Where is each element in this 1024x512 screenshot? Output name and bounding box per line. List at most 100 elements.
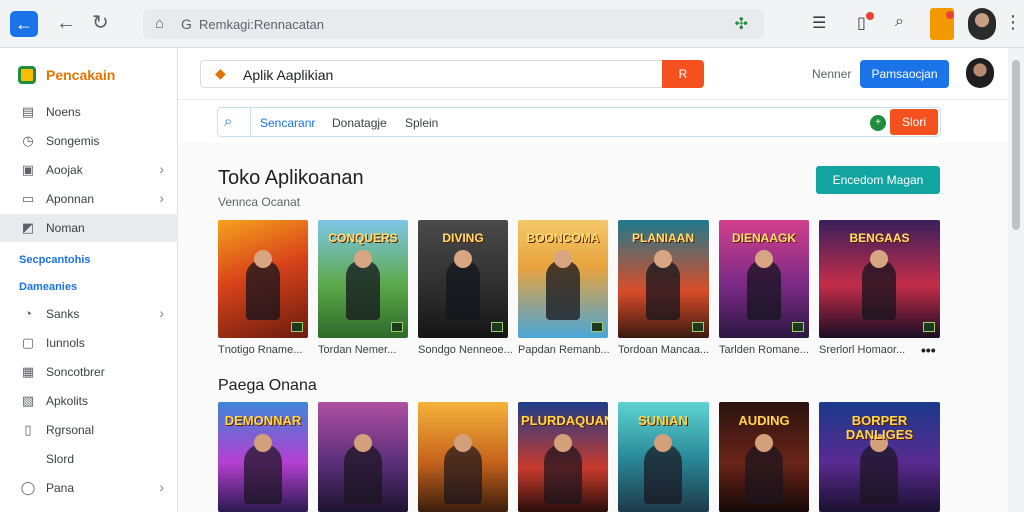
app-card[interactable]: CONQUERS <box>318 220 408 338</box>
bookmark-icon[interactable]: ▯ <box>857 13 866 33</box>
chevron-right-icon[interactable]: › <box>159 305 164 321</box>
search-icon[interactable]: ⌕ <box>224 113 232 130</box>
app-card-caption[interactable]: Tarlden Romane... <box>719 344 809 356</box>
sidebar-heading-2[interactable]: Dameanies <box>19 281 77 293</box>
sidebar-item-label: Aoojak <box>46 163 83 177</box>
app-card-caption[interactable]: Tordoan Mancaa... <box>618 344 709 356</box>
back-app-icon[interactable]: ← <box>10 11 38 37</box>
document-icon: ▭ <box>21 191 35 206</box>
app-card[interactable]: BOONCOMA <box>518 220 608 338</box>
rating-badge <box>692 322 704 332</box>
section-subtitle: Vennca Ocanat <box>218 195 301 209</box>
character-head <box>354 434 372 452</box>
filter-bar[interactable]: ⌕ Sencaranr Donatagje Splein + Slori <box>217 107 941 137</box>
app-card[interactable]: DIENAAGK <box>719 220 809 338</box>
app-card[interactable] <box>318 402 408 512</box>
app-card[interactable]: PLURDAQUAN <box>518 402 608 512</box>
app-card[interactable]: BORPER DANLIGES <box>819 402 940 512</box>
character-art <box>745 444 783 504</box>
back-arrow-icon[interactable]: ← <box>56 12 76 34</box>
sidebar-item[interactable]: ▧ Apkolits <box>0 387 178 415</box>
list-icon[interactable]: ☰ <box>812 13 826 33</box>
reload-icon[interactable]: ↻ <box>92 12 109 34</box>
character-art <box>544 444 582 504</box>
address-text[interactable]: Remkagi:Rennacatan <box>199 17 324 32</box>
app-card[interactable] <box>218 220 308 338</box>
app-card-caption[interactable]: Papdan Remanb... <box>518 344 610 356</box>
tag-icon: ◩ <box>21 220 35 235</box>
app-card-caption[interactable]: Srerlorl Homaor... <box>819 344 905 356</box>
more-menu-icon[interactable]: ⋮ <box>1004 12 1022 33</box>
address-bar[interactable]: ⌂ G Remkagi:Rennacatan ✣ <box>143 9 764 39</box>
header-link[interactable]: Nenner <box>812 67 851 81</box>
app-card-caption[interactable]: Tnotigo Rname... <box>218 344 302 356</box>
card-art-title: BOONCOMA <box>526 231 600 245</box>
app-search[interactable]: ◆ Aplik Aaplikian R <box>200 60 704 88</box>
character-head <box>554 250 572 268</box>
app-search-value[interactable]: Aplik Aaplikian <box>243 67 333 83</box>
chevron-right-icon[interactable]: › <box>159 479 164 495</box>
app-card[interactable]: BENGAAS <box>819 220 940 338</box>
sidebar-item[interactable]: ▢ Iunnols <box>0 329 178 357</box>
app-card[interactable]: AUDING <box>719 402 809 512</box>
app-card-caption[interactable]: Sondgo Nenneoe... <box>418 344 513 356</box>
character-head <box>755 250 773 268</box>
character-art <box>344 444 382 504</box>
home-icon[interactable]: ⌂ <box>155 15 164 32</box>
filter-chip-3[interactable]: Splein <box>405 116 438 130</box>
app-card[interactable]: SUNIAN <box>618 402 709 512</box>
app-card[interactable]: PLANIAAN <box>618 220 709 338</box>
sidebar-heading-1[interactable]: Secpcantohis <box>19 254 91 266</box>
add-filter-icon[interactable]: + <box>870 115 886 131</box>
sidebar-item[interactable]: ▤ Noens <box>0 98 178 126</box>
extension-icon[interactable]: ✣ <box>735 14 748 34</box>
user-avatar[interactable] <box>968 8 996 40</box>
sidebar-item[interactable]: ◯ Pana › <box>0 474 178 502</box>
character-art <box>246 260 280 320</box>
character-head <box>870 250 888 268</box>
app-card-caption[interactable]: Tordan Nemer... <box>318 344 396 356</box>
search-icon[interactable]: ⌕ <box>895 13 904 31</box>
rating-badge <box>591 322 603 332</box>
chevron-right-icon[interactable]: › <box>159 190 164 206</box>
character-head <box>254 250 272 268</box>
account-icon: ◯ <box>20 480 36 495</box>
more-icon[interactable]: ••• <box>921 342 936 358</box>
store-icon: ◆ <box>215 65 226 81</box>
app-search-button[interactable]: R <box>662 60 704 88</box>
app-card[interactable] <box>418 402 508 512</box>
sidebar-item[interactable]: ▭ Aponnan › <box>0 185 178 213</box>
filter-chip-2[interactable]: Donatagje <box>332 116 387 130</box>
google-mark: G <box>181 16 192 32</box>
box-icon: ▢ <box>21 335 35 350</box>
sidebar-item[interactable]: Slord <box>0 445 178 473</box>
character-art <box>444 444 482 504</box>
character-art <box>862 260 896 320</box>
sidebar-item[interactable]: ▣ Aoojak › <box>0 156 178 184</box>
app-card[interactable]: DEMONNAR <box>218 402 308 512</box>
sidebar-item[interactable]: ◩ Noman <box>0 214 178 242</box>
sidebar-item[interactable]: ◷ Songemis <box>0 127 178 155</box>
scrollbar[interactable] <box>1008 48 1024 512</box>
header-primary-button[interactable]: Pamsaocjan <box>860 60 949 88</box>
chevron-right-icon[interactable]: › <box>159 161 164 177</box>
section-action-button[interactable]: Encedom Magan <box>816 166 940 194</box>
card-art-title: BORPER DANLIGES <box>845 413 914 442</box>
sidebar-item[interactable]: ▦ Soncotbrer <box>0 358 178 386</box>
filter-chip-1[interactable]: Sencaranr <box>260 116 315 130</box>
sidebar-item[interactable]: ◔ Sanks › <box>0 300 178 328</box>
card-art-title: BENGAAS <box>849 231 910 245</box>
scrollbar-thumb[interactable] <box>1012 60 1020 230</box>
character-art <box>346 260 380 320</box>
character-head <box>755 434 773 452</box>
character-head <box>654 434 672 452</box>
header-avatar[interactable] <box>966 58 994 88</box>
app-card[interactable]: DIVING <box>418 220 508 338</box>
sidebar-item-label: Slord <box>46 452 75 466</box>
browser-toolbar: ← ← ↻ ⌂ G Remkagi:Rennacatan ✣ ☰ ▯ ⌕ ⋮ <box>0 0 1024 48</box>
section-title: Toko Aplikoanan <box>218 167 364 189</box>
rating-badge <box>291 322 303 332</box>
sidebar: Pencakain ▤ Noens ◷ Songemis ▣ Aoojak › ▭ Aponna… <box>0 48 178 512</box>
filter-button[interactable]: Slori <box>890 109 938 135</box>
sidebar-item[interactable]: ▯ Rgrsonal <box>0 416 178 444</box>
